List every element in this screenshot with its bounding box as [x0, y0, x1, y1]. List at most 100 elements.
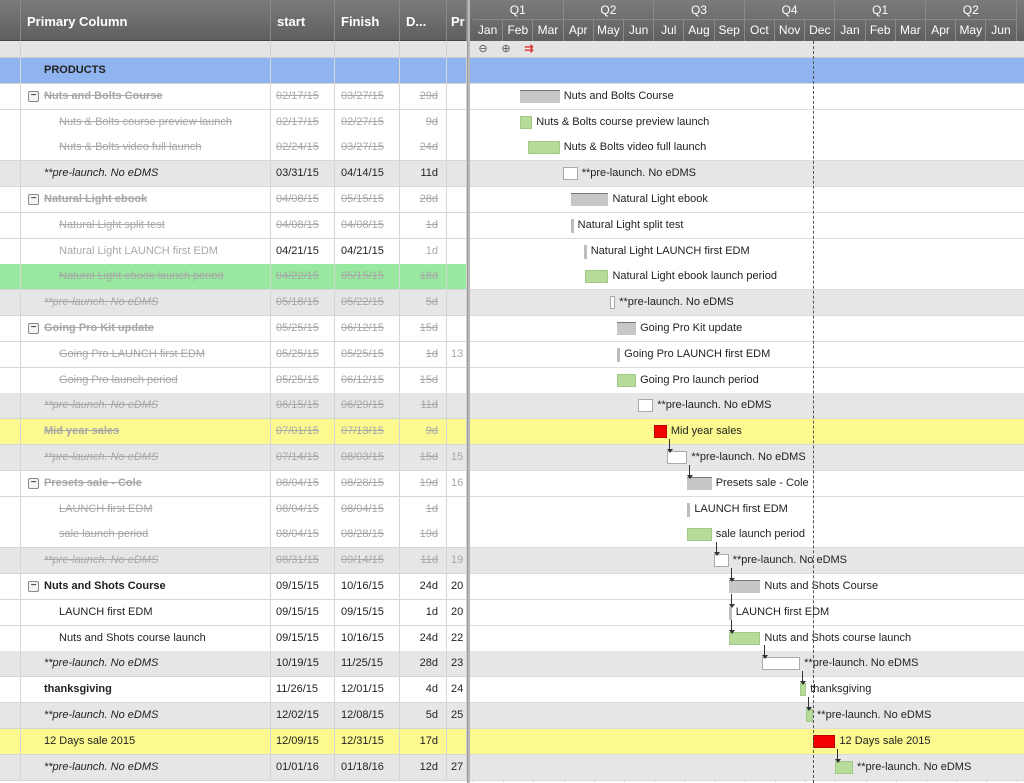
row-handle[interactable] [0, 341, 21, 367]
task-name-cell[interactable]: sale launch period [21, 522, 271, 548]
task-name-cell[interactable]: **pre-launch. No eDMS [21, 754, 271, 780]
critical-path-icon[interactable]: ⇉ [522, 42, 536, 56]
start-date-cell[interactable]: 02/17/15 [271, 83, 335, 109]
collapse-toggle-icon[interactable]: − [28, 194, 39, 205]
finish-date-cell[interactable]: 08/28/15 [335, 522, 400, 548]
finish-date-cell[interactable]: 03/27/15 [335, 135, 400, 161]
predecessors-cell[interactable] [447, 109, 467, 135]
table-row[interactable]: Going Pro Kit update −05/25/15 06/12/15 15d [0, 316, 467, 342]
gantt-bar[interactable] [728, 605, 732, 620]
table-row[interactable]: **pre-launch. No eDMS 08/31/15 09/14/15 11d… [0, 548, 467, 575]
finish-date-cell[interactable]: 10/16/15 [335, 574, 400, 599]
collapse-toggle-icon[interactable]: − [28, 477, 39, 489]
table-row[interactable]: LAUNCH first EDM 08/04/15 08/04/15 1d [0, 496, 467, 523]
duration-cell[interactable]: 11d [400, 161, 447, 187]
row-handle[interactable] [0, 83, 21, 109]
predecessors-cell[interactable]: 19 [447, 548, 467, 574]
row-handle[interactable] [0, 677, 21, 703]
row-handle[interactable] [0, 574, 21, 599]
row-handle[interactable] [0, 238, 21, 264]
finish-date-cell[interactable]: 10/16/15 [335, 625, 400, 651]
start-date-cell[interactable]: 05/25/15 [271, 341, 335, 367]
predecessors-cell[interactable] [447, 135, 467, 161]
task-name-cell[interactable]: Nuts & Bolts video full launch [21, 135, 271, 161]
predecessors-cell[interactable] [447, 187, 467, 212]
task-name-cell[interactable]: Natural Light ebook − [21, 187, 271, 212]
start-date-cell[interactable]: 07/01/15 [271, 419, 335, 445]
task-name-cell[interactable]: Nuts and Shots course launch [21, 625, 271, 651]
gantt-bar[interactable] [638, 399, 654, 413]
finish-date-cell[interactable]: 08/03/15 [335, 445, 400, 470]
predecessors-cell[interactable]: 13 [447, 341, 467, 367]
column-header-finish[interactable]: Finish [335, 0, 400, 41]
row-handle[interactable] [0, 496, 21, 522]
start-date-cell[interactable]: 04/08/15 [271, 187, 335, 212]
gantt-bar[interactable] [583, 244, 587, 259]
start-date-cell[interactable] [271, 58, 335, 83]
table-row[interactable]: 12 Days sale 2015 12/09/15 12/31/15 17d [0, 728, 467, 755]
predecessors-cell[interactable] [447, 212, 467, 238]
duration-cell[interactable]: 24d [400, 625, 447, 651]
start-date-cell[interactable]: 06/15/15 [271, 393, 335, 419]
column-header-primary[interactable]: Primary Column [21, 0, 271, 41]
table-row[interactable]: Natural Light ebook launch period 04/22/1… [0, 264, 467, 291]
finish-date-cell[interactable]: 02/27/15 [335, 109, 400, 135]
row-handle[interactable] [0, 58, 21, 83]
duration-cell[interactable]: 19d [400, 522, 447, 548]
table-row[interactable]: Nuts and Bolts Course −02/17/15 03/27/15 29… [0, 83, 467, 110]
task-name-cell[interactable]: LAUNCH first EDM [21, 496, 271, 522]
predecessors-cell[interactable] [447, 83, 467, 109]
task-name-cell[interactable]: Nuts and Bolts Course − [21, 83, 271, 109]
duration-cell[interactable]: 17d [400, 728, 447, 754]
column-header-duration[interactable]: D... [400, 0, 447, 41]
duration-cell[interactable]: 5d [400, 290, 447, 316]
row-handle[interactable] [0, 703, 21, 728]
duration-cell[interactable]: 28d [400, 651, 447, 677]
predecessors-cell[interactable]: 15 [447, 445, 467, 470]
gantt-bar[interactable] [584, 270, 609, 284]
row-handle[interactable] [0, 599, 21, 625]
finish-date-cell[interactable]: 04/21/15 [335, 238, 400, 264]
duration-cell[interactable]: 5d [400, 703, 447, 728]
predecessors-cell[interactable]: 22 [447, 625, 467, 651]
finish-date-cell[interactable]: 04/08/15 [335, 212, 400, 238]
duration-cell[interactable]: 9d [400, 419, 447, 445]
duration-cell[interactable]: 24d [400, 135, 447, 161]
row-handle[interactable] [0, 419, 21, 445]
duration-cell[interactable]: 11d [400, 548, 447, 574]
finish-date-cell[interactable]: 09/15/15 [335, 599, 400, 625]
task-name-cell[interactable]: Mid year sales [21, 419, 271, 445]
predecessors-cell[interactable] [447, 238, 467, 264]
start-date-cell[interactable]: 08/04/15 [271, 496, 335, 522]
table-row[interactable]: Natural Light LAUNCH first EDM 04/21/15 04… [0, 238, 467, 265]
table-row[interactable]: Nuts and Shots Course −09/15/15 10/16/15 24… [0, 574, 467, 600]
task-name-cell[interactable]: thanksgiving [21, 677, 271, 703]
task-name-cell[interactable]: Going Pro launch period [21, 367, 271, 393]
predecessors-cell[interactable] [447, 58, 467, 83]
finish-date-cell[interactable]: 06/12/15 [335, 367, 400, 393]
row-handle[interactable] [0, 522, 21, 548]
table-row[interactable]: **pre-launch. No eDMS 06/15/15 06/29/15 11d [0, 393, 467, 420]
start-date-cell[interactable]: 02/24/15 [271, 135, 335, 161]
task-name-cell[interactable]: 12 Days sale 2015 [21, 728, 271, 754]
start-date-cell[interactable]: 12/02/15 [271, 703, 335, 728]
gantt-bar[interactable] [528, 141, 560, 155]
duration-cell[interactable]: 18d [400, 264, 447, 290]
finish-date-cell[interactable]: 05/15/15 [335, 264, 400, 290]
task-name-cell[interactable]: Natural Light LAUNCH first EDM [21, 238, 271, 264]
table-row[interactable]: Presets sale - Cole −08/04/15 08/28/15 19d 1… [0, 470, 467, 497]
duration-cell[interactable]: 9d [400, 109, 447, 135]
table-row[interactable]: Mid year sales 07/01/15 07/13/15 9d [0, 419, 467, 446]
start-date-cell[interactable]: 09/15/15 [271, 625, 335, 651]
predecessors-cell[interactable] [447, 496, 467, 522]
duration-cell[interactable]: 11d [400, 393, 447, 419]
start-date-cell[interactable]: 05/18/15 [271, 290, 335, 316]
duration-cell[interactable]: 1d [400, 212, 447, 238]
task-name-cell[interactable]: LAUNCH first EDM [21, 599, 271, 625]
collapse-toggle-icon[interactable]: − [28, 323, 39, 334]
column-header-predecessors[interactable]: Pr [447, 0, 467, 41]
finish-date-cell[interactable]: 11/25/15 [335, 651, 400, 677]
start-date-cell[interactable]: 03/31/15 [271, 161, 335, 187]
collapse-toggle-icon[interactable]: − [28, 90, 39, 102]
start-date-cell[interactable]: 07/14/15 [271, 445, 335, 470]
